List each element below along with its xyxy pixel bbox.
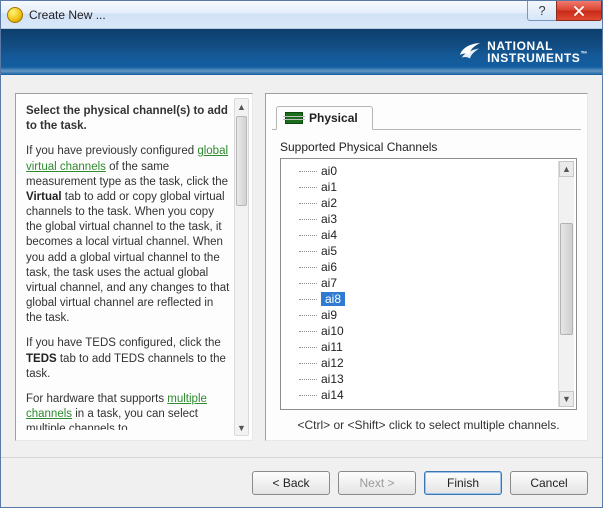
- channel-item-label: ai0: [321, 164, 337, 178]
- window-controls: ?: [527, 1, 602, 21]
- channel-item[interactable]: ai9: [287, 307, 556, 323]
- channel-item[interactable]: ai13: [287, 371, 556, 387]
- dialog-window: Create New ... ? NATIONAL INSTRUMENTS™: [0, 0, 603, 508]
- titlebar: Create New ... ?: [1, 1, 602, 29]
- channel-item-label: ai6: [321, 260, 337, 274]
- channel-item-label: ai1: [321, 180, 337, 194]
- channels-body: Supported Physical Channels ai0 ai1 ai2 ai3…: [266, 130, 587, 440]
- chip-icon: [285, 112, 303, 124]
- channel-item-label: ai11: [321, 340, 343, 354]
- help-scrollbar[interactable]: ▲ ▼: [234, 98, 249, 436]
- channel-item-label: ai13: [321, 372, 344, 386]
- close-button[interactable]: [556, 1, 602, 21]
- channel-item-label: ai2: [321, 196, 337, 210]
- channel-item[interactable]: ai6: [287, 259, 556, 275]
- scroll-up-icon[interactable]: ▲: [235, 99, 248, 114]
- help-paragraph-3: For hardware that supports multiple chan…: [26, 392, 232, 430]
- help-paragraph-1: If you have previously configured global…: [26, 144, 232, 326]
- channel-item[interactable]: ai3: [287, 211, 556, 227]
- tab-physical[interactable]: Physical: [276, 106, 373, 130]
- scroll-down-icon[interactable]: ▼: [235, 420, 248, 435]
- channel-item[interactable]: ai4: [287, 227, 556, 243]
- help-panel: Select the physical channel(s) to add to…: [15, 93, 253, 441]
- channel-item[interactable]: ai7: [287, 275, 556, 291]
- help-paragraph-2: If you have TEDS configured, click the T…: [26, 336, 232, 382]
- cancel-button[interactable]: Cancel: [510, 471, 588, 495]
- channel-item[interactable]: ai0: [287, 163, 556, 179]
- tab-strip: Physical: [272, 100, 581, 130]
- ni-logo: NATIONAL INSTRUMENTS™: [459, 40, 588, 64]
- finish-button[interactable]: Finish: [424, 471, 502, 495]
- channel-item[interactable]: ai2: [287, 195, 556, 211]
- channels-listbox[interactable]: ai0 ai1 ai2 ai3 ai4 ai5 ai6 ai7 ai8 ai9 ai10 ai11 ai…: [280, 158, 577, 410]
- scroll-up-icon[interactable]: ▲: [559, 161, 574, 177]
- channel-item-label: ai4: [321, 228, 337, 242]
- channel-item-label: ai9: [321, 308, 337, 322]
- channels-panel: Physical Supported Physical Channels ai0…: [265, 93, 588, 441]
- channels-list: ai0 ai1 ai2 ai3 ai4 ai5 ai6 ai7 ai8 ai9 ai10 ai11 ai…: [287, 163, 556, 403]
- ni-eagle-icon: [459, 42, 481, 62]
- channel-item-label: ai7: [321, 276, 337, 290]
- content-area: Select the physical channel(s) to add to…: [1, 75, 602, 457]
- ni-brand-line2: INSTRUMENTS™: [487, 52, 588, 64]
- channel-item-label: ai10: [321, 324, 344, 338]
- channel-item[interactable]: ai11: [287, 339, 556, 355]
- scroll-thumb[interactable]: [560, 223, 573, 335]
- channel-item[interactable]: ai8: [287, 291, 556, 307]
- scroll-thumb[interactable]: [236, 116, 247, 206]
- channel-item-label: ai3: [321, 212, 337, 226]
- channel-item-label: ai8: [321, 292, 345, 306]
- channel-item[interactable]: ai1: [287, 179, 556, 195]
- channel-item-label: ai5: [321, 244, 337, 258]
- back-button[interactable]: < Back: [252, 471, 330, 495]
- channel-item[interactable]: ai12: [287, 355, 556, 371]
- channels-label: Supported Physical Channels: [280, 140, 577, 154]
- help-button[interactable]: ?: [527, 1, 557, 21]
- scroll-down-icon[interactable]: ▼: [559, 391, 574, 407]
- button-bar: < Back Next > Finish Cancel: [1, 457, 602, 507]
- brand-banner: NATIONAL INSTRUMENTS™: [1, 29, 602, 75]
- tab-physical-label: Physical: [309, 111, 358, 125]
- ni-wordmark: NATIONAL INSTRUMENTS™: [487, 40, 588, 64]
- app-icon: [7, 7, 23, 23]
- selection-hint: <Ctrl> or <Shift> click to select multip…: [280, 410, 577, 434]
- channels-scrollbar[interactable]: ▲ ▼: [558, 161, 574, 407]
- channel-item[interactable]: ai5: [287, 243, 556, 259]
- help-heading: Select the physical channel(s) to add to…: [26, 104, 232, 134]
- channel-item-label: ai14: [321, 388, 344, 402]
- next-button[interactable]: Next >: [338, 471, 416, 495]
- help-text: Select the physical channel(s) to add to…: [26, 104, 232, 430]
- channel-item[interactable]: ai14: [287, 387, 556, 403]
- channel-item-label: ai12: [321, 356, 344, 370]
- channel-item[interactable]: ai10: [287, 323, 556, 339]
- window-title: Create New ...: [29, 8, 106, 22]
- close-icon: [573, 6, 585, 16]
